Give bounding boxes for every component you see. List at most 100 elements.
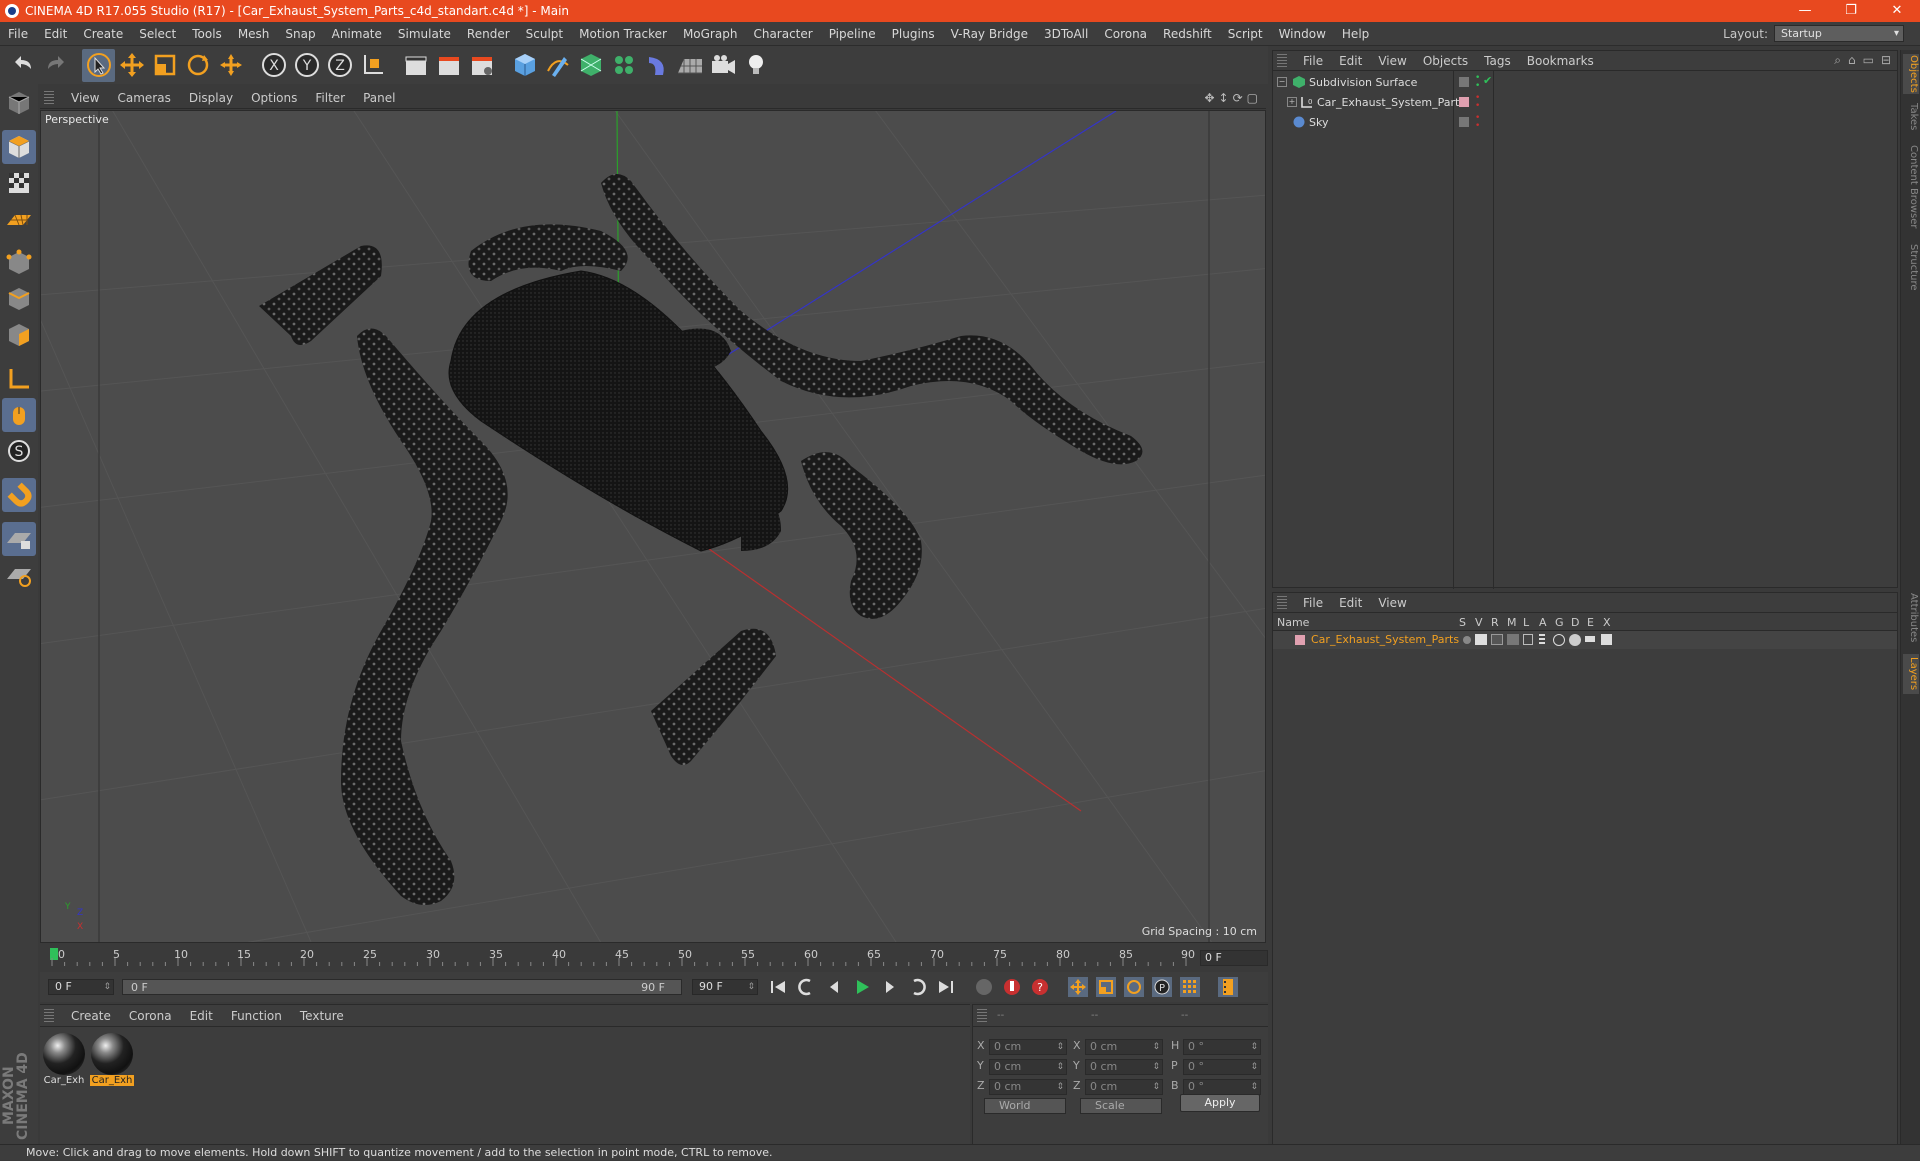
deformer-icon[interactable] <box>1569 634 1581 646</box>
panel-grip[interactable] <box>44 1008 54 1023</box>
menu-select[interactable]: Select <box>131 27 184 41</box>
tab-structure[interactable]: Structure <box>1903 242 1919 292</box>
key-pla-button[interactable] <box>1176 974 1204 1000</box>
material-swatch[interactable]: Car_Exh <box>42 1033 86 1086</box>
playhead[interactable] <box>50 948 58 960</box>
size-y-field[interactable]: 0 cm <box>1085 1059 1163 1075</box>
solo-dot-icon[interactable] <box>1463 636 1471 644</box>
live-selection-button[interactable] <box>82 48 115 82</box>
texture-mode-button[interactable] <box>2 166 36 200</box>
viewport-menu-display[interactable]: Display <box>180 91 242 105</box>
tab-objects[interactable]: Objects <box>1903 54 1919 94</box>
layer-row[interactable]: Car_Exhaust_System_Parts <box>1273 631 1897 649</box>
rotation-p-field[interactable]: 0 ° <box>1183 1059 1261 1075</box>
cube-primitive-button[interactable] <box>508 49 541 82</box>
close-button[interactable]: ✕ <box>1874 0 1920 22</box>
material-menu-edit[interactable]: Edit <box>181 1009 222 1023</box>
menu-animate[interactable]: Animate <box>324 27 390 41</box>
workplane-mode-button[interactable] <box>2 202 36 236</box>
object-menu-bookmarks[interactable]: Bookmarks <box>1519 54 1602 68</box>
object-menu-view[interactable]: View <box>1370 54 1414 68</box>
menu-corona[interactable]: Corona <box>1096 27 1155 41</box>
menu-3dtoall[interactable]: 3DToAll <box>1036 27 1096 41</box>
autokey-button[interactable]: ? <box>1026 974 1054 1000</box>
undo-button[interactable] <box>6 49 39 82</box>
subdivision-surface-button[interactable] <box>574 49 607 82</box>
polygons-mode-button[interactable] <box>2 318 36 352</box>
planar-workplane-button[interactable] <box>2 558 36 592</box>
y-axis-lock-button[interactable]: Y <box>290 49 323 82</box>
axis-mode-button[interactable] <box>2 362 36 396</box>
timeline-window-button[interactable] <box>1214 974 1242 1000</box>
timeline-ruler[interactable]: 0 5 10 15 20 25 30 35 40 45 50 55 60 65 … <box>40 944 1268 968</box>
menu-motion-tracker[interactable]: Motion Tracker <box>571 27 675 41</box>
current-frame-field[interactable]: 0 F <box>1200 950 1268 966</box>
visibility-dots-icon[interactable]: • • <box>1475 114 1480 131</box>
layer-color-swatch[interactable] <box>1459 117 1469 127</box>
xref-icon[interactable] <box>1601 634 1612 645</box>
home-icon[interactable]: ⌂ <box>1848 53 1856 68</box>
object-row[interactable]: − Subdivision Surface • • ✔ <box>1273 73 1897 93</box>
menu-mesh[interactable]: Mesh <box>230 27 278 41</box>
material-menu-function[interactable]: Function <box>222 1009 291 1023</box>
key-scale-button[interactable] <box>1092 974 1120 1000</box>
go-to-end-button[interactable] <box>932 974 960 1000</box>
redo-button[interactable] <box>39 49 72 82</box>
layer-color-swatch[interactable] <box>1295 635 1305 645</box>
animation-icon[interactable] <box>1539 634 1545 646</box>
eye-icon[interactable] <box>1475 634 1487 645</box>
viewport-menu-view[interactable]: View <box>62 91 108 105</box>
collapse-toggle[interactable]: − <box>1277 77 1287 87</box>
render-picture-viewer-button[interactable] <box>432 49 465 82</box>
panel-grip[interactable] <box>1277 53 1287 68</box>
panel-grip[interactable] <box>1277 595 1287 610</box>
layout-dropdown[interactable]: Startup <box>1774 25 1904 42</box>
menu-character[interactable]: Character <box>745 27 820 41</box>
menu-render[interactable]: Render <box>459 27 518 41</box>
menu-file[interactable]: File <box>0 27 36 41</box>
menu-script[interactable]: Script <box>1220 27 1271 41</box>
position-z-field[interactable]: 0 cm <box>989 1079 1067 1095</box>
motion-path-button[interactable] <box>970 974 998 1000</box>
prev-key-button[interactable] <box>792 974 820 1000</box>
edges-mode-button[interactable] <box>2 282 36 316</box>
minimize-button[interactable]: — <box>1782 0 1828 22</box>
key-position-button[interactable] <box>1064 974 1092 1000</box>
size-mode-dropdown[interactable]: Scale <box>1080 1098 1162 1114</box>
menu-window[interactable]: Window <box>1271 27 1334 41</box>
material-swatch-selected[interactable]: Car_Exh <box>90 1033 134 1086</box>
visibility-dots-icon[interactable]: • • <box>1475 94 1480 111</box>
layer-menu-edit[interactable]: Edit <box>1331 596 1370 610</box>
object-row[interactable]: + 0 Car_Exhaust_System_Parts • • <box>1273 93 1897 113</box>
floor-button[interactable] <box>673 49 706 82</box>
perspective-viewport[interactable]: Perspective Y Z X Grid Spacing : 10 cm <box>40 110 1266 943</box>
panel-grip[interactable] <box>44 91 54 105</box>
render-icon[interactable] <box>1491 634 1503 645</box>
viewport-menu-cameras[interactable]: Cameras <box>108 91 179 105</box>
apply-button[interactable]: Apply <box>1180 1094 1260 1112</box>
tab-takes[interactable]: Takes <box>1903 102 1919 132</box>
move-tool-button[interactable] <box>115 49 148 82</box>
pen-spline-button[interactable] <box>541 49 574 82</box>
solo-mode-button[interactable]: S <box>2 434 36 468</box>
layer-color-swatch[interactable] <box>1459 97 1469 107</box>
panel-grip[interactable] <box>977 1008 987 1023</box>
menu-snap[interactable]: Snap <box>277 27 323 41</box>
dolly-icon[interactable]: ↕ <box>1219 91 1229 105</box>
search-icon[interactable]: ⌕ <box>1834 53 1841 68</box>
orbit-icon[interactable]: ⟳ <box>1233 91 1243 105</box>
rotation-b-field[interactable]: 0 ° <box>1183 1079 1261 1095</box>
menu-create[interactable]: Create <box>75 27 131 41</box>
model-mode-button[interactable] <box>2 130 36 164</box>
generator-icon[interactable] <box>1553 634 1565 646</box>
menu-simulate[interactable]: Simulate <box>390 27 459 41</box>
maximize-icon[interactable]: ▢ <box>1247 91 1258 105</box>
render-view-button[interactable] <box>399 49 432 82</box>
object-row[interactable]: Sky • • <box>1273 113 1897 133</box>
rotation-h-field[interactable]: 0 ° <box>1183 1039 1261 1055</box>
new-window-icon[interactable]: ▭ <box>1863 53 1874 68</box>
size-z-field[interactable]: 0 cm <box>1085 1079 1163 1095</box>
deformer-button[interactable] <box>640 49 673 82</box>
visibility-dots-icon[interactable]: • • <box>1475 74 1480 91</box>
camera-button[interactable] <box>706 49 739 82</box>
